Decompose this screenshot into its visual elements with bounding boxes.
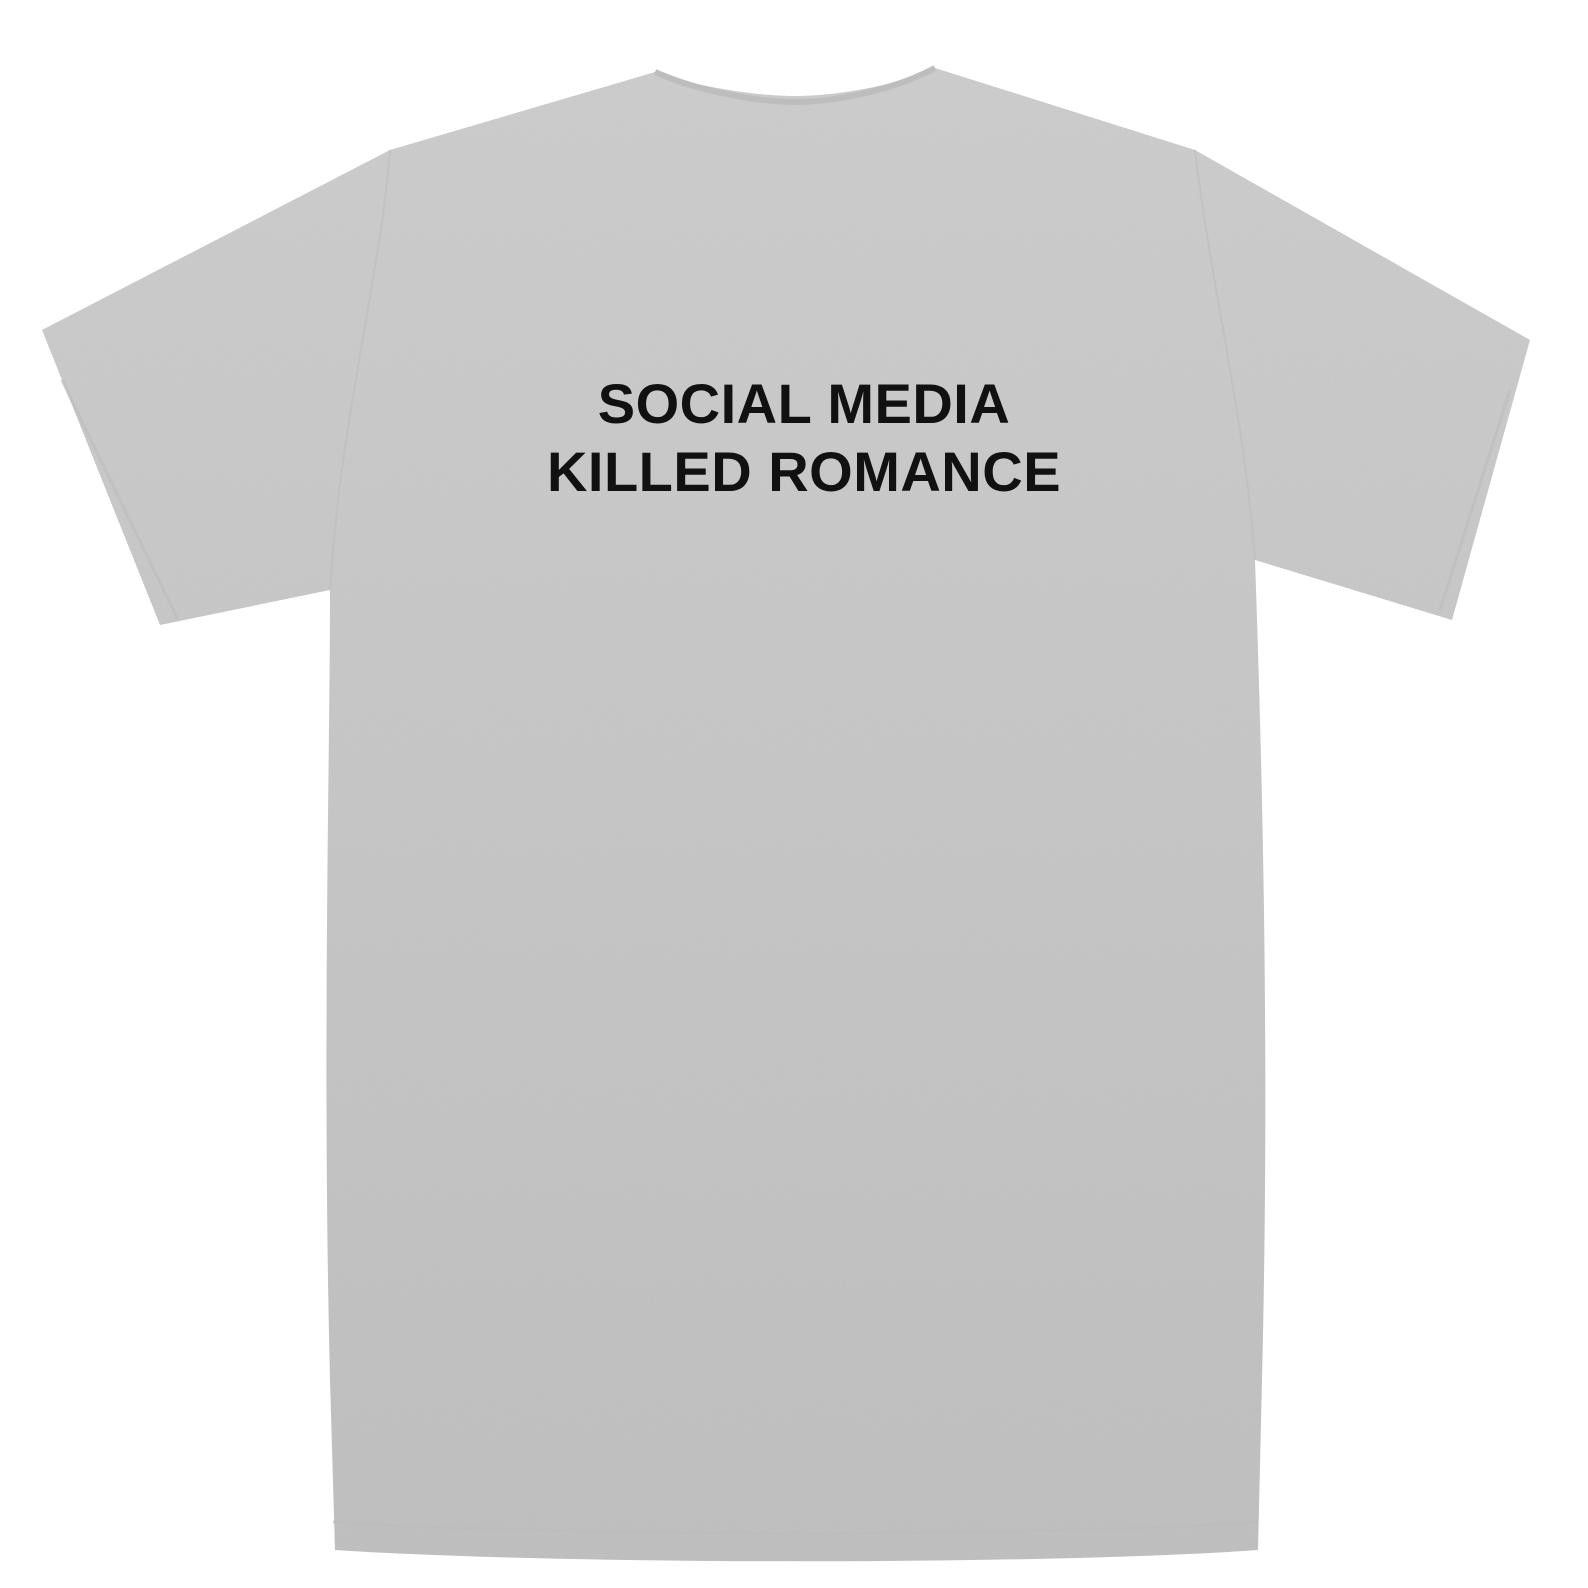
print-line-1: SOCIAL MEDIA [597,372,1011,435]
shirt-body [42,68,1530,1562]
t-shirt-illustration [42,65,1530,1562]
print-line-2: KILLED ROMANCE [546,440,1062,503]
product-photo: SOCIAL MEDIA KILLED ROMANCE [0,0,1588,1588]
